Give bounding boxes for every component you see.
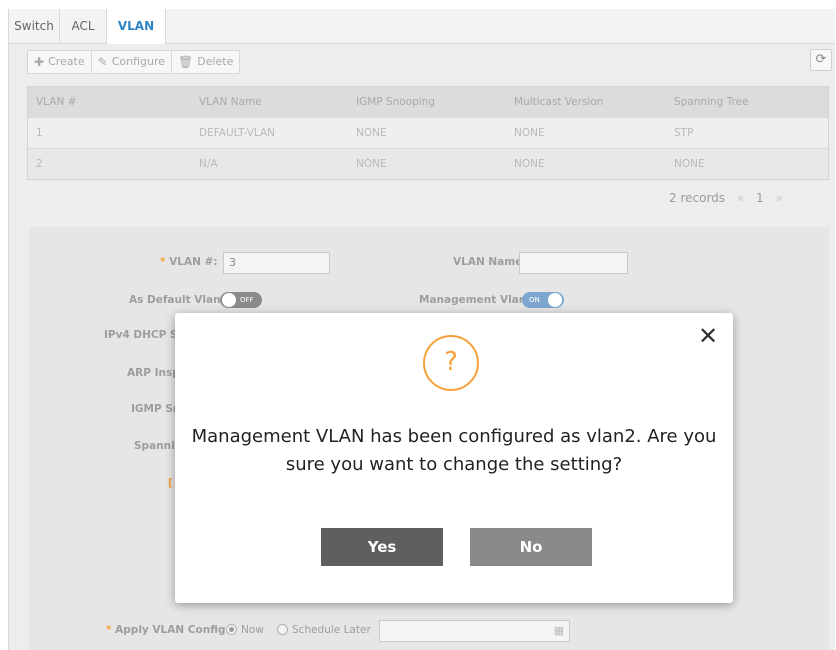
tab-bar: Switch ACL VLAN <box>9 9 835 44</box>
table-row[interactable]: 2 N/A NONE NONE NONE <box>28 148 828 179</box>
management-vlan-toggle[interactable]: ON <box>522 292 564 308</box>
tab-vlan[interactable]: VLAN <box>107 9 166 44</box>
delete-button[interactable]: 🗑 Delete <box>171 50 241 74</box>
configure-button[interactable]: ✎ Configure <box>90 50 173 74</box>
apply-config-label: * Apply VLAN Config: <box>106 624 230 636</box>
plus-icon: ✚ <box>34 55 45 69</box>
table-cell: 1 <box>36 127 43 139</box>
page-number[interactable]: 1 <box>756 191 764 205</box>
vlan-name-input[interactable] <box>519 252 628 274</box>
prev-page-button[interactable]: « <box>737 191 744 205</box>
table-cell: NONE <box>674 158 705 170</box>
radio-icon <box>277 624 288 635</box>
table-row[interactable]: 1 DEFAULT-VLAN NONE NONE STP <box>28 117 828 148</box>
ipv4-dhcp-snooping-label: IPv4 DHCP Sn <box>104 329 186 341</box>
vlan-number-label: * VLAN #: <box>160 256 218 268</box>
pencil-icon: ✎ <box>97 55 108 69</box>
tab-switch[interactable]: Switch <box>9 9 60 43</box>
next-page-button[interactable]: » <box>776 191 783 205</box>
default-vlan-toggle[interactable]: OFF <box>220 292 262 308</box>
default-vlan-label: As Default Vlan: <box>129 294 225 306</box>
column-header[interactable]: Spanning Tree <box>666 87 828 117</box>
vlan-number-input[interactable]: 3 <box>223 252 330 274</box>
table-header: VLAN # VLAN Name IGMP Snooping Multicast… <box>28 87 828 117</box>
column-header[interactable]: VLAN # <box>28 87 191 117</box>
create-button[interactable]: ✚ Create <box>27 50 92 74</box>
column-header[interactable]: IGMP Snooping <box>348 87 506 117</box>
management-vlan-label: Management Vlan: <box>419 294 531 306</box>
question-icon: ? <box>423 335 479 391</box>
table-cell: NONE <box>514 127 545 139</box>
trash-icon: 🗑 <box>178 55 194 69</box>
schedule-date-input[interactable]: ▦ <box>379 620 570 642</box>
apply-now-radio[interactable]: Now <box>226 624 264 636</box>
vlan-name-label: VLAN Name: <box>453 256 527 268</box>
vlan-table: VLAN # VLAN Name IGMP Snooping Multicast… <box>27 86 829 180</box>
tab-acl[interactable]: ACL <box>60 9 107 43</box>
close-icon[interactable]: ✕ <box>697 323 719 349</box>
toolbar: ✚ Create ✎ Configure 🗑 Delete <box>27 50 241 74</box>
table-cell: NONE <box>356 127 387 139</box>
dialog-message: Management VLAN has been configured as v… <box>191 426 717 475</box>
no-button[interactable]: No <box>470 528 592 566</box>
partial-mark: [ <box>168 477 173 489</box>
pagination: 2 records « 1 » <box>669 191 791 205</box>
table-cell: DEFAULT-VLAN <box>199 127 276 139</box>
table-cell: N/A <box>199 158 218 170</box>
calendar-icon[interactable]: ▦ <box>554 621 564 641</box>
delete-label: Delete <box>197 55 234 68</box>
refresh-icon[interactable]: ⟳ <box>810 49 832 71</box>
radio-icon <box>226 624 237 635</box>
table-cell: STP <box>674 127 694 139</box>
schedule-later-radio[interactable]: Schedule Later <box>277 624 371 636</box>
column-header[interactable]: Multicast Version <box>506 87 666 117</box>
record-count: 2 records <box>669 191 726 205</box>
arp-inspection-label: ARP Insp <box>127 367 180 379</box>
table-cell: 2 <box>36 158 43 170</box>
yes-button[interactable]: Yes <box>321 528 443 566</box>
table-cell: NONE <box>356 158 387 170</box>
confirm-dialog: ✕ ? Management VLAN has been configured … <box>175 313 733 603</box>
table-cell: NONE <box>514 158 545 170</box>
configure-label: Configure <box>111 55 166 68</box>
create-label: Create <box>48 55 85 68</box>
toggle-knob <box>548 293 562 307</box>
column-header[interactable]: VLAN Name <box>191 87 348 117</box>
igmp-snooping-label: IGMP Sn <box>131 403 181 415</box>
toggle-knob <box>222 293 236 307</box>
